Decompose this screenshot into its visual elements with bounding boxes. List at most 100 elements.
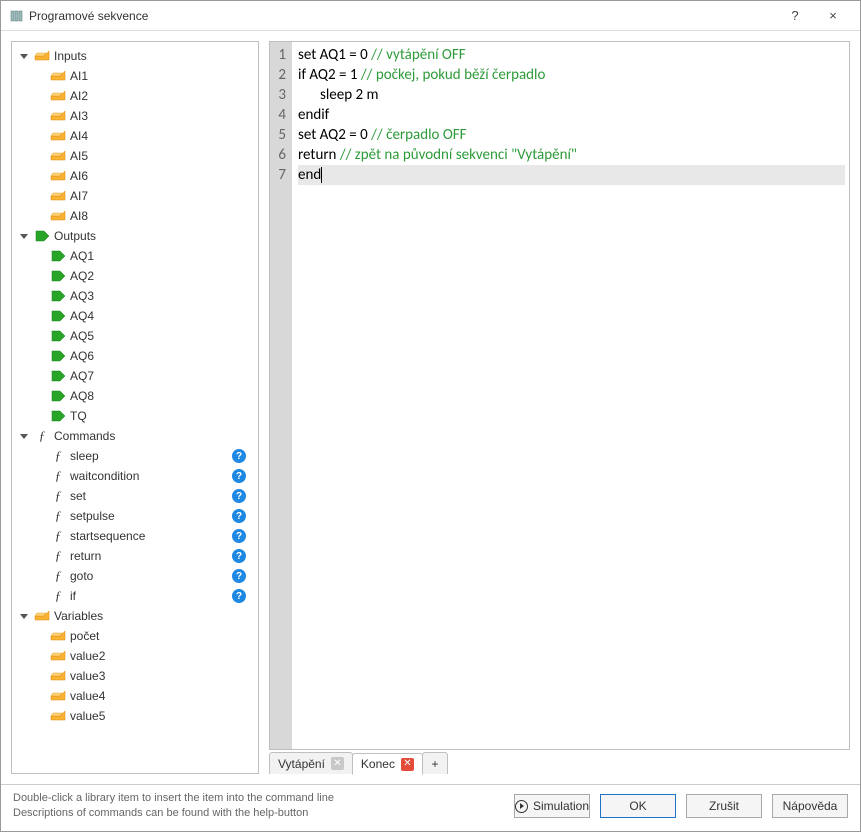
tree-item[interactable]: AQ1 <box>12 246 258 266</box>
tree-item[interactable]: value4 <box>12 686 258 706</box>
add-tab-button[interactable]: + <box>422 752 448 774</box>
code-line[interactable]: end <box>298 165 845 185</box>
tree-item[interactable]: AI7 <box>12 186 258 206</box>
code-text: set AQ1 = 0 <box>298 45 371 65</box>
tree-item-label: AQ2 <box>70 269 94 283</box>
tree-item[interactable]: ƒgoto? <box>12 566 258 586</box>
code-line[interactable]: endif <box>298 105 845 125</box>
help-icon[interactable]: ? <box>232 469 246 483</box>
line-number: 6 <box>276 145 286 165</box>
help-button[interactable]: ? <box>776 1 814 31</box>
folder-icon <box>34 49 50 63</box>
tree-item[interactable]: AI6 <box>12 166 258 186</box>
expander-icon[interactable] <box>18 230 30 242</box>
tree-item[interactable]: AQ4 <box>12 306 258 326</box>
close-tab-icon[interactable]: ✕ <box>401 758 414 771</box>
tree-item[interactable]: AI2 <box>12 86 258 106</box>
tree-group-inputs[interactable]: Inputs <box>12 46 258 66</box>
footer: Double-click a library item to insert th… <box>1 784 860 831</box>
output-icon <box>34 229 50 243</box>
tree-item[interactable]: AI5 <box>12 146 258 166</box>
code-area[interactable]: set AQ1 = 0 // vytápění OFFif AQ2 = 1 //… <box>292 42 849 749</box>
gutter: 1234567 <box>270 42 292 749</box>
tree-group-variables[interactable]: Variables <box>12 606 258 626</box>
library-tree[interactable]: Inputs AI1 AI2AI3AI4AI5AI6 AI7 AI8OutputsAQ1… <box>11 41 259 774</box>
tree-item-label: AQ4 <box>70 309 94 323</box>
app-icon <box>9 9 23 23</box>
tree-item[interactable]: value3 <box>12 666 258 686</box>
folder-icon <box>50 209 66 223</box>
tree-item-label: AI1 <box>70 69 88 83</box>
tree-item[interactable]: AI4 <box>12 126 258 146</box>
tree-item[interactable]: AQ3 <box>12 286 258 306</box>
tree-item[interactable]: ƒset? <box>12 486 258 506</box>
tree-item-label: AI7 <box>70 189 88 203</box>
sequence-tab[interactable]: Vytápění✕ <box>269 752 353 774</box>
tree-item-label: return <box>70 549 101 563</box>
expander-icon[interactable] <box>18 50 30 62</box>
help-icon[interactable]: ? <box>232 549 246 563</box>
tree-item[interactable]: AQ5 <box>12 326 258 346</box>
help-icon[interactable]: ? <box>232 489 246 503</box>
tree-item[interactable]: počet <box>12 626 258 646</box>
close-tab-icon[interactable]: ✕ <box>331 757 344 770</box>
tree-item[interactable]: AQ6 <box>12 346 258 366</box>
help-icon[interactable]: ? <box>232 589 246 603</box>
folder-icon <box>50 129 66 143</box>
code-line[interactable]: sleep 2 m <box>298 85 845 105</box>
tab-label: + <box>431 757 438 771</box>
help-icon[interactable]: ? <box>232 449 246 463</box>
code-line[interactable]: set AQ2 = 0 // čerpadlo OFF <box>298 125 845 145</box>
folder-icon <box>50 689 66 703</box>
cancel-button[interactable]: Zrušit <box>686 794 762 818</box>
sequence-tabs: Vytápění✕Konec✕ + <box>269 750 850 774</box>
tree-item[interactable]: ƒstartsequence? <box>12 526 258 546</box>
tree-item[interactable]: AI8 <box>12 206 258 226</box>
tree-item[interactable]: AQ8 <box>12 386 258 406</box>
help-footer-button[interactable]: Nápověda <box>772 794 848 818</box>
tree-item[interactable]: ƒif? <box>12 586 258 606</box>
close-button[interactable]: × <box>814 1 852 31</box>
code-editor[interactable]: 1234567 set AQ1 = 0 // vytápění OFFif AQ… <box>269 41 850 750</box>
tree-item-label: if <box>70 589 76 603</box>
folder-icon <box>50 69 66 83</box>
code-line[interactable]: if AQ2 = 1 // počkej, pokud běží čerpadl… <box>298 65 845 85</box>
output-icon <box>50 389 66 403</box>
help-icon[interactable]: ? <box>232 529 246 543</box>
tree-item[interactable]: value2 <box>12 646 258 666</box>
tree-item[interactable]: ƒsetpulse? <box>12 506 258 526</box>
ok-button[interactable]: OK <box>600 794 676 818</box>
tree-item-label: goto <box>70 569 93 583</box>
tree-item-label: AQ8 <box>70 389 94 403</box>
code-comment: // zpět na původní sekvenci "Vytápění" <box>340 145 577 165</box>
simulation-button[interactable]: Simulation <box>514 794 590 818</box>
tree-item[interactable]: AI3 <box>12 106 258 126</box>
output-icon <box>50 409 66 423</box>
expander-icon[interactable] <box>18 430 30 442</box>
tree-item-label: AQ7 <box>70 369 94 383</box>
folder-icon <box>34 609 50 623</box>
tree-item[interactable]: ƒsleep? <box>12 446 258 466</box>
tree-group-outputs[interactable]: Outputs <box>12 226 258 246</box>
function-icon: ƒ <box>50 528 66 544</box>
tree-group-commands[interactable]: ƒCommands <box>12 426 258 446</box>
tree-item[interactable]: value5 <box>12 706 258 726</box>
tree-item[interactable]: TQ <box>12 406 258 426</box>
tree-item[interactable]: AI1 <box>12 66 258 86</box>
folder-icon <box>50 109 66 123</box>
line-number: 4 <box>276 105 286 125</box>
line-number: 3 <box>276 85 286 105</box>
code-line[interactable]: set AQ1 = 0 // vytápění OFF <box>298 45 845 65</box>
tree-item[interactable]: ƒreturn? <box>12 546 258 566</box>
sequence-tab[interactable]: Konec✕ <box>352 753 423 775</box>
help-icon[interactable]: ? <box>232 569 246 583</box>
function-icon: ƒ <box>50 548 66 564</box>
folder-icon <box>50 169 66 183</box>
tree-item[interactable]: ƒwaitcondition? <box>12 466 258 486</box>
tree-item[interactable]: AQ2 <box>12 266 258 286</box>
expander-icon[interactable] <box>18 610 30 622</box>
tree-item[interactable]: AQ7 <box>12 366 258 386</box>
line-number: 1 <box>276 45 286 65</box>
help-icon[interactable]: ? <box>232 509 246 523</box>
code-line[interactable]: return // zpět na původní sekvenci "Vytá… <box>298 145 845 165</box>
